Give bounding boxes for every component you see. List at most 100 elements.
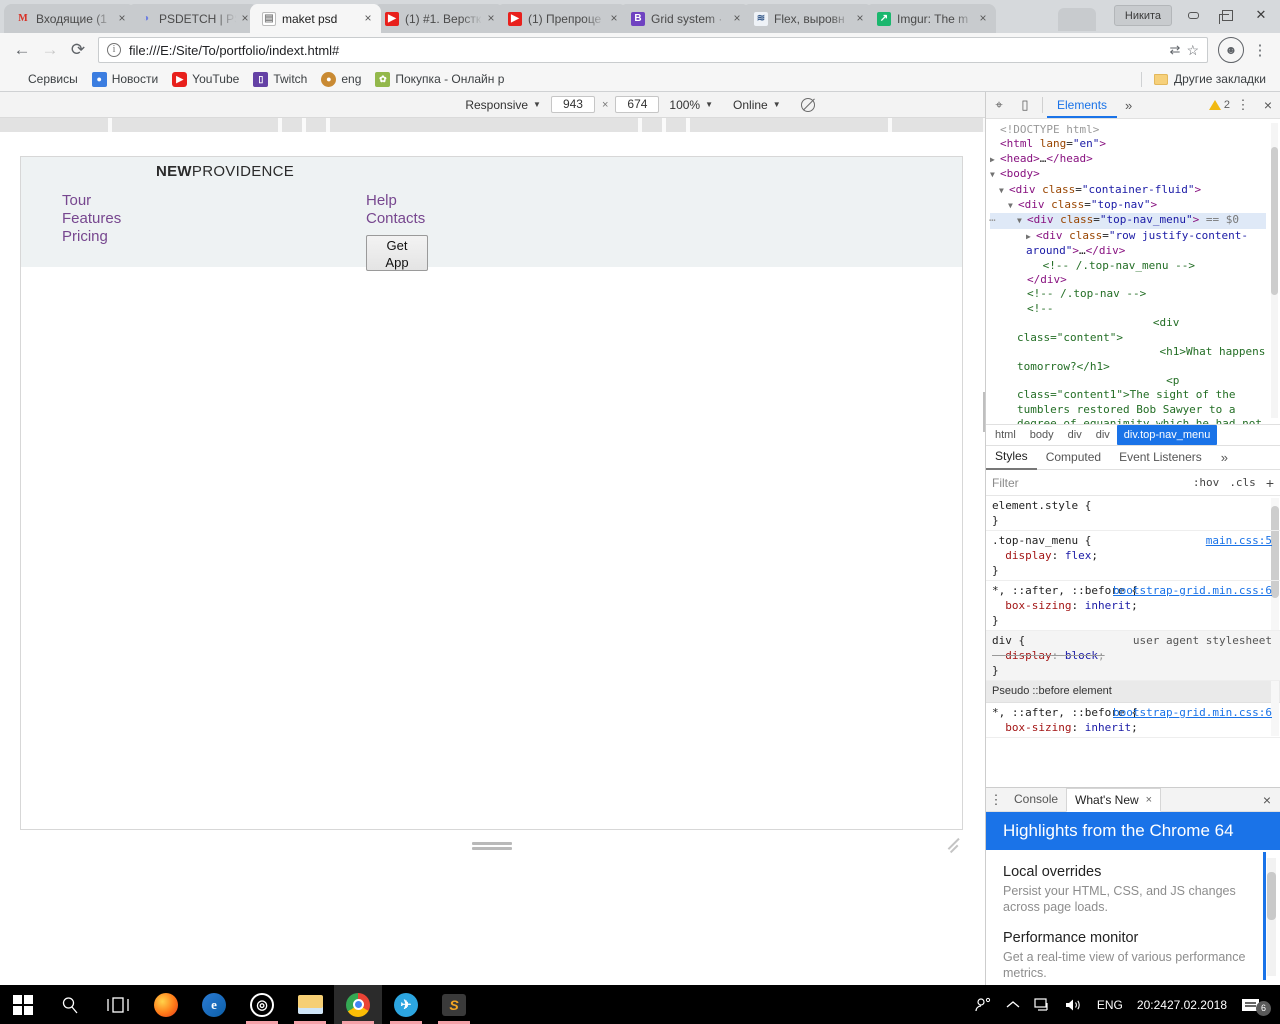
tab-close-icon[interactable]: ×	[361, 12, 375, 26]
css-rule[interactable]: bootstrap-grid.min.css:6*, ::after, ::be…	[986, 703, 1280, 738]
browser-tab[interactable]: ▶ (1) Препроце ×	[496, 4, 627, 33]
bookmark-item[interactable]: Сервисы	[8, 72, 78, 87]
media-query-segment[interactable]	[690, 118, 890, 132]
clock[interactable]: 20:24 27.02.2018	[1137, 998, 1227, 1012]
browser-tab[interactable]: ▶ (1) #1. Верстк ×	[373, 4, 504, 33]
warning-count[interactable]: 2	[1209, 99, 1230, 111]
breadcrumb-item[interactable]: div	[1061, 425, 1089, 445]
dom-node[interactable]: ▼<body>	[990, 167, 1266, 182]
dom-node[interactable]: ▶<div class="row justify-content-around"…	[990, 229, 1266, 259]
back-button[interactable]: ←	[8, 36, 36, 64]
profile-avatar-icon[interactable]: ☻	[1218, 37, 1244, 63]
notifications-icon[interactable]: 6	[1241, 997, 1267, 1013]
dom-node[interactable]: <!-- /.top-nav -->	[990, 287, 1266, 301]
devtools-menu-icon[interactable]: ⋮	[1230, 92, 1256, 118]
css-declaration[interactable]: display: flex;	[992, 548, 1272, 563]
bookmark-item[interactable]: ▯ Twitch	[253, 72, 307, 87]
address-bar[interactable]: i file:///E:/Site/To/portfolio/indext.ht…	[98, 37, 1208, 63]
filter-input[interactable]: Filter	[992, 476, 1019, 490]
dom-node[interactable]: <html lang="en">	[990, 137, 1266, 151]
browser-tab-active[interactable]: ▤ maket psd ×	[250, 4, 381, 33]
disclosure-triangle-icon[interactable]: ▶	[1026, 230, 1036, 244]
chrome-icon[interactable]	[334, 985, 382, 1024]
media-query-segment[interactable]	[282, 118, 304, 132]
tab-whats-new[interactable]: What's New ×	[1066, 788, 1161, 812]
new-style-rule-button[interactable]: +	[1266, 475, 1274, 491]
css-rule[interactable]: bootstrap-grid.min.css:6*, ::after, ::be…	[986, 581, 1280, 631]
task-view-icon[interactable]	[94, 985, 142, 1024]
hov-button[interactable]: :hov	[1193, 476, 1220, 489]
windows-start-icon[interactable]	[0, 985, 46, 1024]
css-declaration[interactable]: box-sizing: inherit;	[992, 598, 1272, 613]
explorer-icon[interactable]	[286, 985, 334, 1024]
media-query-segment[interactable]	[112, 118, 280, 132]
volume-icon[interactable]	[1065, 998, 1083, 1012]
star-icon[interactable]: ☆	[1186, 42, 1199, 59]
bookmark-item[interactable]: ● eng	[321, 72, 361, 87]
css-declaration[interactable]: box-sizing: inherit;	[992, 720, 1272, 735]
nav-link-contacts[interactable]: Contacts	[366, 210, 425, 228]
chrome-menu-icon[interactable]: ⋮	[1248, 37, 1272, 63]
telegram-icon[interactable]: ✈	[382, 985, 430, 1024]
tab-close-icon[interactable]: ×	[976, 12, 990, 26]
nav-link-pricing[interactable]: Pricing	[62, 228, 121, 246]
breadcrumb-item[interactable]: html	[988, 425, 1023, 445]
dom-scrollbar[interactable]	[1271, 123, 1278, 418]
cls-button[interactable]: .cls	[1229, 476, 1256, 489]
more-panels-icon[interactable]: »	[1117, 98, 1140, 113]
css-selector[interactable]: element.style {	[992, 498, 1272, 513]
dom-node[interactable]: ▼<div class="container-fluid">	[990, 183, 1266, 198]
disclosure-triangle-icon[interactable]: ▶	[990, 153, 1000, 167]
disclosure-triangle-icon[interactable]: ▼	[999, 184, 1009, 198]
styles-pane[interactable]: element.style {}main.css:5.top-nav_menu …	[986, 496, 1280, 739]
zoom-selector[interactable]: 100% ▼	[669, 98, 713, 112]
other-bookmarks-button[interactable]: Другие закладки	[1141, 72, 1272, 87]
edge-icon[interactable]: e	[190, 985, 238, 1024]
devtools-close-icon[interactable]: ×	[1256, 97, 1280, 113]
browser-tab[interactable]: ◑ PSDETCH | PS ×	[127, 4, 258, 33]
dom-node[interactable]: <h1>What happens tomorrow?</h1>	[990, 345, 1266, 374]
drawer-menu-icon[interactable]: ⋮	[986, 792, 1006, 808]
close-window-button[interactable]: ✕	[1244, 1, 1278, 29]
css-declaration[interactable]: display: block;	[992, 648, 1272, 663]
browser-tab[interactable]: M Входящие (1 ×	[4, 4, 135, 33]
bookmark-item[interactable]: ● Новости	[92, 72, 158, 87]
people-icon[interactable]	[974, 997, 992, 1013]
minimize-button[interactable]	[1176, 1, 1210, 29]
network-icon[interactable]	[1034, 998, 1051, 1012]
tab-console[interactable]: Console	[1006, 788, 1066, 811]
tab-computed[interactable]: Computed	[1037, 446, 1110, 469]
viewport-resize-handle-bottom[interactable]	[472, 842, 512, 852]
reload-button[interactable]: ⟳	[64, 36, 92, 64]
viewport-width-input[interactable]: 943	[551, 96, 595, 113]
dom-node[interactable]: <!--	[990, 302, 1266, 316]
dom-node[interactable]: <p class="content1">The sight of the tum…	[990, 374, 1266, 424]
sublime-icon[interactable]: S	[430, 985, 478, 1024]
breadcrumb-item[interactable]: body	[1023, 425, 1061, 445]
more-style-tabs-icon[interactable]: »	[1213, 450, 1236, 465]
disclosure-triangle-icon[interactable]: ▼	[990, 168, 1000, 182]
whats-new-scrollbar[interactable]	[1267, 858, 1276, 976]
page-info-icon[interactable]: i	[107, 43, 121, 57]
tab-close-icon[interactable]: ×	[1146, 789, 1152, 811]
firefox-icon[interactable]	[142, 985, 190, 1024]
device-toolbar-icon[interactable]: ▯	[1012, 92, 1038, 118]
dom-tree[interactable]: <!DOCTYPE html><html lang="en">▶<head>…<…	[986, 119, 1280, 424]
bookmark-item[interactable]: ▶ YouTube	[172, 72, 239, 87]
media-query-segment[interactable]	[666, 118, 688, 132]
media-query-segment[interactable]	[642, 118, 664, 132]
css-source-link[interactable]: main.css:5	[1206, 533, 1272, 548]
media-query-segment[interactable]	[0, 118, 110, 132]
browser-tab[interactable]: ↗ Imgur: The m ×	[865, 4, 996, 33]
disclosure-triangle-icon[interactable]: ▼	[1017, 214, 1027, 228]
css-source-link[interactable]: bootstrap-grid.min.css:6	[1113, 705, 1272, 720]
tab-event-listeners[interactable]: Event Listeners	[1110, 446, 1211, 469]
new-tab-button[interactable]	[1058, 8, 1096, 31]
breadcrumb-item[interactable]: div	[1089, 425, 1117, 445]
viewport-resize-handle-corner[interactable]	[946, 838, 962, 854]
nav-link-features[interactable]: Features	[62, 210, 121, 228]
disclosure-triangle-icon[interactable]: ▼	[1008, 199, 1018, 213]
dom-node[interactable]: <div class="content">	[990, 316, 1266, 345]
forward-button[interactable]: →	[36, 36, 64, 64]
responsive-viewport[interactable]: NEWPROVIDENCE Tour Features Pricing Help…	[20, 156, 963, 830]
